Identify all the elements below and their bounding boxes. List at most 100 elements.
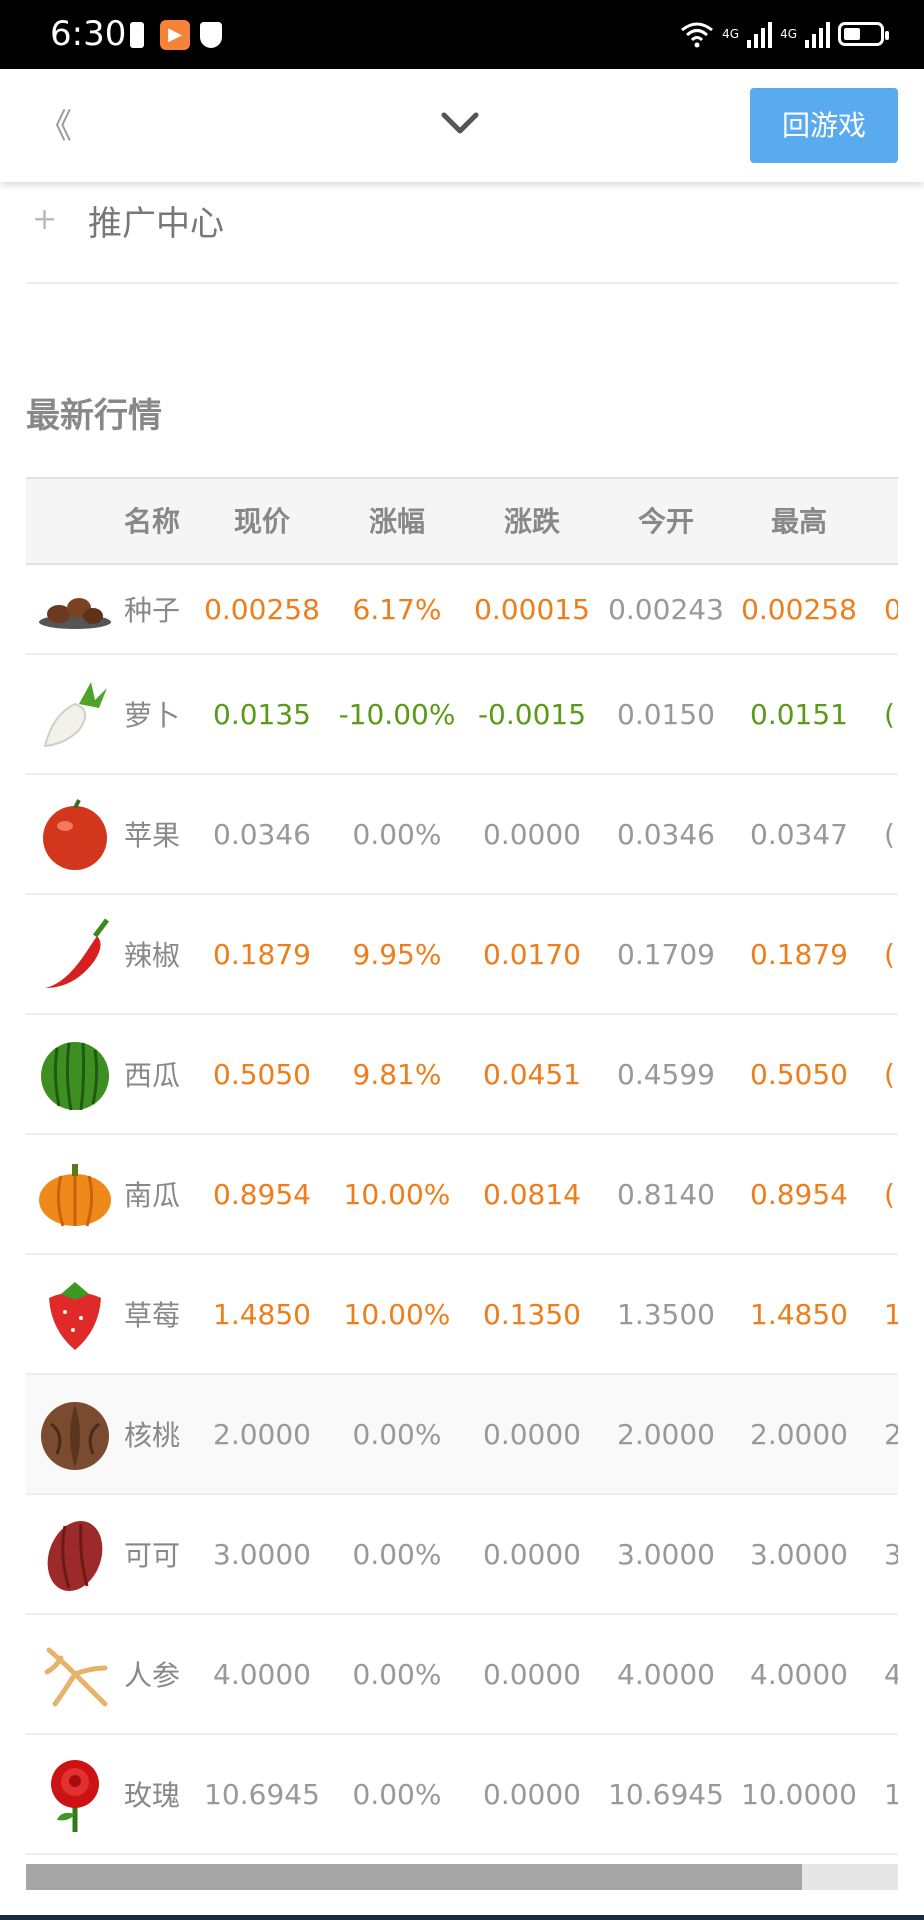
row-open: 0.4599 bbox=[617, 1057, 715, 1091]
table-header: 名称 现价 涨幅 涨跌 今开 最高 bbox=[26, 477, 898, 565]
cocoa-icon bbox=[26, 1495, 124, 1613]
network-label-2: 4G bbox=[780, 27, 797, 41]
row-next-cell: 4 bbox=[884, 1657, 898, 1691]
row-high: 0.0347 bbox=[750, 817, 848, 851]
row-change: 0.0000 bbox=[483, 1777, 581, 1811]
table-row[interactable]: 草莓 1.4850 10.00% 0.1350 1.3500 1.4850 1 bbox=[26, 1255, 898, 1375]
row-change-pct: 0.00% bbox=[352, 1537, 442, 1571]
row-next-cell: 0 bbox=[884, 592, 898, 626]
row-name: 可可 bbox=[124, 1539, 181, 1572]
row-high: 0.00258 bbox=[741, 592, 857, 626]
scrollbar-thumb[interactable] bbox=[26, 1864, 802, 1890]
row-name: 种子 bbox=[124, 594, 181, 627]
plus-icon: + bbox=[32, 202, 58, 237]
row-name: 西瓜 bbox=[124, 1059, 181, 1092]
promo-center-label: 推广中心 bbox=[88, 204, 224, 244]
table-row[interactable]: 玫瑰 10.6945 0.00% 0.0000 10.6945 10.0000 1 bbox=[26, 1735, 898, 1855]
pumpkin-icon bbox=[26, 1135, 124, 1253]
header-price: 现价 bbox=[233, 505, 290, 538]
signal-icon-1 bbox=[747, 20, 773, 48]
table-row[interactable]: 种子 0.00258 6.17% 0.00015 0.00243 0.00258 0 bbox=[26, 565, 898, 655]
row-change-pct: 9.95% bbox=[352, 937, 442, 971]
row-change-pct: -10.00% bbox=[338, 697, 456, 731]
row-open: 0.00243 bbox=[608, 592, 724, 626]
signal-icon-2 bbox=[805, 20, 830, 48]
walnut-icon bbox=[26, 1375, 124, 1493]
row-high: 1.4850 bbox=[750, 1297, 848, 1331]
header-change-pct: 涨幅 bbox=[368, 505, 425, 538]
row-change: 0.0000 bbox=[483, 817, 581, 851]
horizontal-scrollbar[interactable] bbox=[26, 1864, 898, 1890]
row-next-cell: 3 bbox=[884, 1537, 898, 1571]
table-row[interactable]: 南瓜 0.8954 10.00% 0.0814 0.8140 0.8954 ( bbox=[26, 1135, 898, 1255]
row-price: 3.0000 bbox=[213, 1537, 311, 1571]
back-to-game-button[interactable]: 回游戏 bbox=[750, 88, 898, 163]
row-change-pct: 0.00% bbox=[352, 817, 442, 851]
row-price: 4.0000 bbox=[213, 1657, 311, 1691]
row-high: 3.0000 bbox=[750, 1537, 848, 1571]
header-high: 最高 bbox=[770, 505, 827, 538]
market-table[interactable]: 名称 现价 涨幅 涨跌 今开 最高 种子 0.00258 6.17% 0.00015 0… bbox=[26, 477, 898, 1863]
table-row[interactable]: 人参 4.0000 0.00% 0.0000 4.0000 4.0000 4 bbox=[26, 1615, 898, 1735]
row-high: 0.1879 bbox=[750, 937, 848, 971]
table-row[interactable]: 萝卜 0.0135 -10.00% -0.0015 0.0150 0.0151 ( bbox=[26, 655, 898, 775]
back-icon[interactable]: 《 bbox=[38, 99, 72, 148]
status-bar: 6:30 ▶ 4G 4G bbox=[0, 0, 924, 69]
status-right: 4G 4G bbox=[680, 16, 889, 52]
table-row[interactable]: 苹果 0.0346 0.00% 0.0000 0.0346 0.0347 ( bbox=[26, 775, 898, 895]
row-price: 0.0346 bbox=[213, 817, 311, 851]
row-change: 0.0000 bbox=[483, 1417, 581, 1451]
row-change: 0.1350 bbox=[483, 1297, 581, 1331]
chevron-down-icon[interactable] bbox=[440, 109, 480, 139]
row-open: 2.0000 bbox=[617, 1417, 715, 1451]
row-price: 0.1879 bbox=[213, 937, 311, 971]
table-row[interactable]: 可可 3.0000 0.00% 0.0000 3.0000 3.0000 3 bbox=[26, 1495, 898, 1615]
row-price: 10.6945 bbox=[204, 1777, 320, 1811]
row-change: 0.0170 bbox=[483, 937, 581, 971]
app-notification-icon: ▶ bbox=[160, 20, 190, 50]
row-change-pct: 0.00% bbox=[352, 1417, 442, 1451]
wifi-icon bbox=[681, 22, 714, 48]
row-change: -0.0015 bbox=[477, 697, 587, 731]
table-row[interactable]: 辣椒 0.1879 9.95% 0.0170 0.1709 0.1879 ( bbox=[26, 895, 898, 1015]
table-row[interactable]: 西瓜 0.5050 9.81% 0.0451 0.4599 0.5050 ( bbox=[26, 1015, 898, 1135]
battery-icon bbox=[838, 22, 889, 46]
promo-center-item[interactable]: + 推广中心 bbox=[26, 182, 898, 284]
battery-alert-icon bbox=[130, 22, 144, 48]
row-next-cell: ( bbox=[884, 1177, 895, 1211]
row-open: 0.1709 bbox=[617, 937, 715, 971]
row-high: 10.0000 bbox=[741, 1777, 857, 1811]
row-price: 0.00258 bbox=[204, 592, 320, 626]
row-name: 南瓜 bbox=[124, 1179, 181, 1212]
row-change-pct: 9.81% bbox=[352, 1057, 442, 1091]
row-next-cell: ( bbox=[884, 937, 895, 971]
row-price: 2.0000 bbox=[213, 1417, 311, 1451]
row-high: 2.0000 bbox=[750, 1417, 848, 1451]
table-row[interactable]: 核桃 2.0000 0.00% 0.0000 2.0000 2.0000 2 bbox=[26, 1375, 898, 1495]
row-price: 0.8954 bbox=[213, 1177, 311, 1211]
row-open: 10.6945 bbox=[608, 1777, 724, 1811]
row-next-cell: 2 bbox=[884, 1417, 898, 1451]
header-change: 涨跌 bbox=[503, 505, 560, 538]
row-change-pct: 0.00% bbox=[352, 1777, 442, 1811]
section-title: 最新行情 bbox=[26, 396, 162, 436]
network-label-1: 4G bbox=[722, 27, 740, 41]
rose-icon bbox=[26, 1735, 124, 1853]
row-open: 4.0000 bbox=[617, 1657, 715, 1691]
row-open: 0.0346 bbox=[617, 817, 715, 851]
row-change: 0.0000 bbox=[483, 1657, 581, 1691]
row-next-cell: ( bbox=[884, 1057, 895, 1091]
row-open: 3.0000 bbox=[617, 1537, 715, 1571]
header-open: 今开 bbox=[637, 505, 694, 538]
row-open: 0.8140 bbox=[617, 1177, 715, 1211]
row-next-cell: 1 bbox=[884, 1297, 898, 1331]
row-next-cell: ( bbox=[884, 697, 895, 731]
row-name: 苹果 bbox=[124, 819, 181, 852]
status-time: 6:30 bbox=[50, 14, 127, 54]
shield-icon bbox=[200, 22, 222, 48]
row-next-cell: ( bbox=[884, 817, 895, 851]
row-change-pct: 10.00% bbox=[343, 1297, 451, 1331]
row-high: 0.5050 bbox=[750, 1057, 848, 1091]
row-change-pct: 0.00% bbox=[352, 1657, 442, 1691]
row-price: 0.0135 bbox=[213, 697, 311, 731]
